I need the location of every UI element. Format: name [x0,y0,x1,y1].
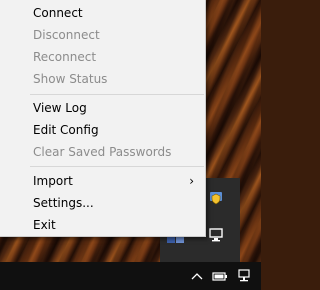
menu-item-label: Exit [33,218,56,232]
menu-separator [30,166,204,167]
context-menu: Connect Disconnect Reconnect Show Status… [0,0,206,237]
menu-separator [30,94,204,95]
menu-item-import[interactable]: Import › [2,170,202,192]
menu-item-reconnect: Reconnect [2,46,202,68]
menu-item-label: Disconnect [33,28,100,42]
menu-item-label: Import [33,174,73,188]
menu-item-label: Show Status [33,72,108,86]
menu-item-view-log[interactable]: View Log [2,97,202,119]
chevron-up-icon[interactable] [188,267,206,285]
menu-item-label: View Log [33,101,87,115]
menu-item-label: Clear Saved Passwords [33,145,172,159]
network-icon[interactable] [235,267,253,285]
submenu-arrow-icon: › [189,174,194,188]
menu-item-show-status: Show Status [2,68,202,90]
monitor-network-icon[interactable] [207,226,225,244]
menu-item-exit[interactable]: Exit [2,214,202,236]
menu-item-label: Edit Config [33,123,99,137]
menu-item-label: Settings... [33,196,94,210]
menu-item-label: Connect [33,6,83,20]
menu-item-edit-config[interactable]: Edit Config [2,119,202,141]
taskbar [0,262,261,290]
battery-icon[interactable] [211,267,229,285]
menu-item-clear-saved-passwords: Clear Saved Passwords [2,141,202,163]
vpn-shield-icon[interactable] [207,188,225,206]
menu-item-label: Reconnect [33,50,97,64]
menu-item-settings[interactable]: Settings... [2,192,202,214]
menu-item-disconnect: Disconnect [2,24,202,46]
menu-item-connect[interactable]: Connect [2,2,202,24]
